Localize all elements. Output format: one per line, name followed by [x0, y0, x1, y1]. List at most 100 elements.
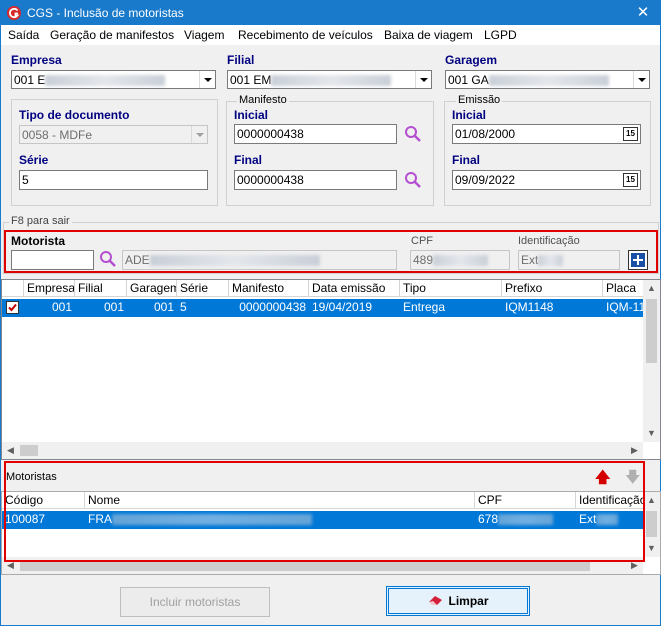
emissao-final-input[interactable]: 09/09/2022 15	[452, 170, 641, 190]
filial-label: Filial	[227, 53, 255, 67]
tipo-documento-label: Tipo de documento	[19, 108, 130, 122]
cell-garagem: 001	[153, 300, 174, 314]
cell-empresa: 001	[51, 300, 72, 314]
motorista-identificacao-field: Ext	[518, 250, 620, 270]
emissao-inicial-value: 01/08/2000	[455, 127, 516, 141]
garagem-label: Garagem	[445, 53, 498, 67]
search-icon[interactable]	[404, 171, 422, 189]
vertical-scrollbar[interactable]: ▲ ▼	[643, 492, 660, 557]
grid-header-tipo[interactable]: Tipo	[400, 280, 502, 297]
menu-bar: Saída Geração de manifestos Viagem Receb…	[1, 25, 660, 45]
scroll-thumb[interactable]	[20, 445, 38, 456]
menu-baixa-viagem[interactable]: Baixa de viagem	[384, 28, 473, 42]
scroll-down-icon[interactable]: ▼	[643, 540, 660, 557]
motorista-codigo-input[interactable]	[11, 250, 94, 270]
scroll-right-icon[interactable]: ▶	[626, 442, 643, 459]
table-row[interactable]: 001 001 001 5 0000000438 19/04/2019 Entr…	[2, 299, 645, 317]
motoristas-highlight	[4, 461, 645, 562]
redacted-text	[149, 255, 320, 267]
incluir-motoristas-button[interactable]: Incluir motoristas	[120, 587, 270, 617]
vertical-scrollbar[interactable]: ▲ ▼	[643, 280, 660, 442]
grid-header-empresa[interactable]: Empresa	[24, 280, 75, 297]
chevron-down-icon[interactable]	[415, 71, 431, 88]
scroll-thumb[interactable]	[646, 511, 657, 537]
manifest-grid: Empresa Filial Garagem Série Manifesto D…	[1, 279, 661, 460]
search-icon[interactable]	[404, 125, 422, 143]
chevron-down-icon[interactable]	[191, 126, 207, 143]
main-window: CGS - Inclusão de motoristas ✕ Saída Ger…	[0, 0, 661, 626]
grid-header-serie[interactable]: Série	[177, 280, 229, 297]
row-checkbox[interactable]	[6, 301, 19, 314]
calendar-icon[interactable]: 15	[623, 173, 638, 187]
grid-header-garagem[interactable]: Garagem	[127, 280, 177, 297]
redacted-text	[271, 75, 392, 87]
motorista-identificacao-value: Ext	[521, 253, 539, 267]
emissao-inicial-label: Inicial	[452, 108, 487, 122]
scroll-down-icon[interactable]: ▼	[643, 425, 660, 442]
menu-viagem[interactable]: Viagem	[184, 28, 224, 42]
limpar-button[interactable]: Limpar	[386, 586, 530, 616]
window-title: CGS - Inclusão de motoristas	[27, 6, 184, 20]
serie-input[interactable]: 5	[19, 170, 208, 190]
emissao-final-value: 09/09/2022	[455, 173, 516, 187]
emissao-inicial-input[interactable]: 01/08/2000 15	[452, 124, 641, 144]
garagem-value: 001 GA	[448, 73, 489, 87]
add-motorista-button[interactable]	[628, 250, 648, 270]
cell-filial: 001	[103, 300, 124, 314]
motorista-cpf-value: 489	[413, 253, 434, 267]
emissao-group-title: Emissão	[456, 94, 503, 106]
menu-saida[interactable]: Saída	[8, 28, 39, 42]
manifesto-inicial-label: Inicial	[234, 108, 269, 122]
manifesto-final-input[interactable]: 0000000438	[234, 170, 397, 190]
scroll-up-icon[interactable]: ▲	[643, 280, 660, 297]
serie-label: Série	[19, 153, 49, 167]
chevron-down-icon[interactable]	[633, 71, 649, 88]
grid-header-check	[2, 280, 24, 297]
redacted-text	[538, 255, 564, 267]
grid-header-filial[interactable]: Filial	[75, 280, 127, 297]
empresa-label: Empresa	[11, 53, 62, 67]
redacted-text	[488, 75, 609, 87]
menu-recebimento-veiculos[interactable]: Recebimento de veículos	[238, 28, 373, 42]
chevron-down-icon[interactable]	[199, 71, 215, 88]
menu-geracao-manifestos[interactable]: Geração de manifestos	[50, 28, 174, 42]
close-icon[interactable]: ✕	[626, 1, 660, 25]
cell-tipo: Entrega	[403, 300, 446, 314]
filial-value: 001 EM	[230, 73, 272, 87]
scroll-left-icon[interactable]: ◀	[2, 442, 19, 459]
identificacao-label: Identificação	[518, 235, 580, 247]
motorista-nome-field: ADE	[122, 250, 397, 270]
checkmark-icon	[8, 303, 17, 312]
grid-header-prefixo[interactable]: Prefixo	[502, 280, 603, 297]
tipo-documento-select[interactable]: 0058 - MDFe	[19, 125, 208, 144]
emissao-final-label: Final	[452, 153, 481, 167]
scroll-thumb[interactable]	[646, 299, 657, 363]
cell-data-emissao: 19/04/2019	[312, 300, 373, 314]
tipo-documento-value: 0058 - MDFe	[22, 128, 93, 142]
grid-header-placa[interactable]: Placa	[603, 280, 645, 297]
manifesto-inicial-input[interactable]: 0000000438	[234, 124, 397, 144]
cell-placa: IQM-114	[606, 300, 645, 314]
grid-header-manifesto[interactable]: Manifesto	[229, 280, 309, 297]
plus-icon	[631, 253, 645, 267]
horizontal-scrollbar[interactable]: ◀ ▶	[2, 442, 643, 459]
f8-hint: F8 para sair	[9, 215, 72, 227]
scroll-up-icon[interactable]: ▲	[643, 492, 660, 509]
cell-prefixo: IQM1148	[505, 300, 554, 314]
empresa-select[interactable]: 001 E	[11, 70, 216, 89]
garagem-select[interactable]: 001 GA	[445, 70, 650, 89]
cell-serie: 5	[180, 300, 187, 314]
cpf-label: CPF	[411, 235, 433, 247]
menu-lgpd[interactable]: LGPD	[484, 28, 517, 42]
redacted-text	[45, 75, 166, 87]
filial-select[interactable]: 001 EM	[227, 70, 432, 89]
eraser-icon	[429, 596, 443, 605]
calendar-icon[interactable]: 15	[623, 127, 638, 141]
title-bar: CGS - Inclusão de motoristas ✕	[1, 1, 660, 25]
manifesto-final-label: Final	[234, 153, 263, 167]
grid-header-data-emissao[interactable]: Data emissão	[309, 280, 400, 297]
manifesto-group-title: Manifesto	[237, 94, 289, 106]
empresa-value: 001 E	[14, 73, 46, 87]
cell-manifesto: 0000000438	[239, 300, 306, 314]
search-icon[interactable]	[99, 250, 117, 268]
